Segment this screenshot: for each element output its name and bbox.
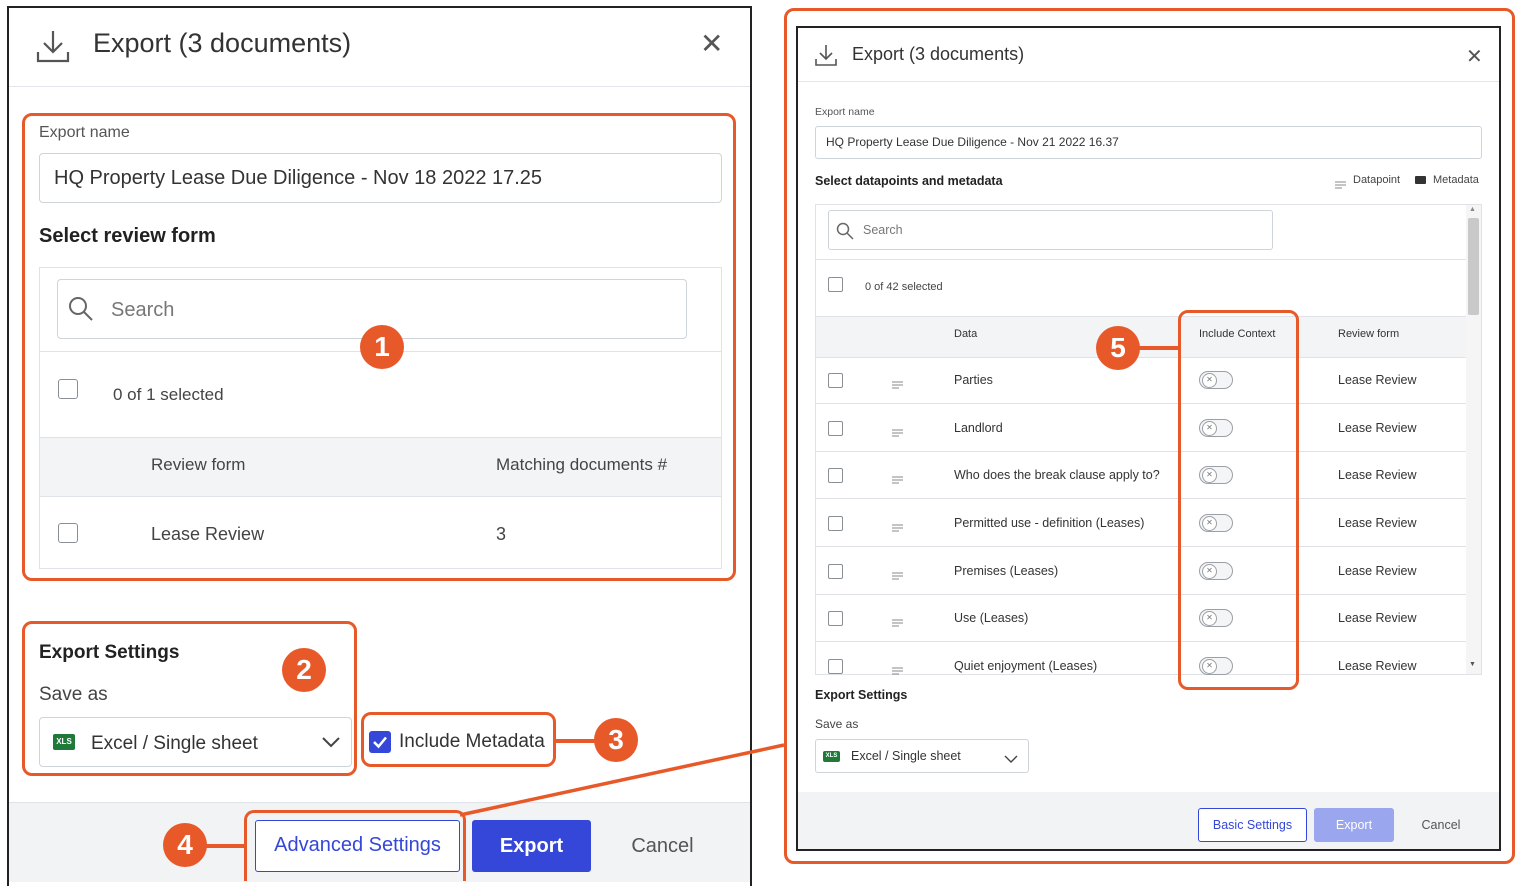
highlight-box-5 — [1178, 310, 1299, 690]
row-checkbox[interactable] — [828, 373, 843, 388]
select-all-checkbox[interactable] — [828, 277, 843, 292]
callout-badge-5: 5 — [1096, 326, 1140, 370]
datapoint-icon — [892, 662, 903, 675]
save-as-value: Excel / Single sheet — [851, 749, 961, 763]
review-form-cell: Lease Review — [1338, 564, 1417, 578]
save-as-label: Save as — [815, 717, 859, 731]
datapoint-legend-label: Datapoint — [1353, 174, 1401, 186]
row-divider — [816, 451, 1466, 452]
datapoint-icon — [892, 567, 903, 580]
search-placeholder: Search — [863, 223, 903, 237]
scroll-up-icon[interactable]: ▲ — [1469, 206, 1476, 213]
metadata-legend-icon — [1415, 176, 1426, 184]
data-cell: Quiet enjoyment (Leases) — [954, 659, 1098, 673]
column-review-form[interactable]: Review form — [1338, 328, 1399, 340]
excel-file-icon: XLS — [823, 751, 840, 762]
data-cell: Landlord — [954, 421, 1003, 435]
metadata-legend-label: Metadata — [1433, 174, 1479, 186]
scroll-down-icon[interactable]: ▼ — [1469, 661, 1476, 668]
export-name-label: Export name — [815, 106, 875, 118]
row-divider — [816, 403, 1466, 404]
row-divider — [816, 641, 1466, 642]
select-datapoints-heading: Select datapoints and metadata — [815, 174, 1003, 188]
row-divider — [816, 259, 1466, 260]
review-form-cell: Lease Review — [1338, 373, 1417, 387]
row-checkbox[interactable] — [828, 564, 843, 579]
datapoint-icon — [892, 614, 903, 627]
export-button[interactable]: Export — [1314, 808, 1394, 842]
data-cell: Use (Leases) — [954, 611, 1029, 625]
datapoint-icon — [892, 376, 903, 389]
datapoint-legend-icon — [1335, 176, 1346, 189]
review-form-cell: Lease Review — [1338, 659, 1417, 673]
row-divider — [816, 546, 1466, 547]
column-data[interactable]: Data — [954, 328, 977, 340]
review-form-cell: Lease Review — [1338, 421, 1417, 435]
chevron-down-icon — [1004, 751, 1018, 763]
callout-connector-5 — [1138, 346, 1180, 350]
row-checkbox[interactable] — [828, 611, 843, 626]
row-checkbox[interactable] — [828, 659, 843, 674]
dialog-title: Export (3 documents) — [852, 44, 1025, 64]
selected-count: 0 of 42 selected — [865, 281, 943, 293]
basic-settings-button[interactable]: Basic Settings — [1198, 808, 1307, 842]
close-icon[interactable]: ✕ — [1466, 44, 1483, 69]
review-form-cell: Lease Review — [1338, 611, 1417, 625]
scrollbar-thumb[interactable] — [1468, 218, 1479, 315]
datapoint-icon — [892, 471, 903, 484]
download-icon — [815, 43, 837, 67]
data-cell: Premises (Leases) — [954, 564, 1059, 578]
row-checkbox[interactable] — [828, 468, 843, 483]
datapoint-icon — [892, 424, 903, 437]
row-divider — [816, 594, 1466, 595]
row-checkbox[interactable] — [828, 516, 843, 531]
data-cell: Who does the break clause apply to? — [954, 468, 1160, 482]
cancel-button[interactable]: Cancel — [1405, 808, 1477, 842]
datapoint-icon — [892, 519, 903, 532]
review-form-cell: Lease Review — [1338, 468, 1417, 482]
export-settings-heading: Export Settings — [815, 688, 908, 702]
export-name-input[interactable]: HQ Property Lease Due Diligence - Nov 21… — [815, 126, 1482, 159]
data-cell: Parties — [954, 373, 993, 387]
datapoints-table — [815, 204, 1482, 675]
search-icon — [836, 222, 854, 240]
header-divider — [798, 81, 1499, 82]
data-cell: Permitted use - definition (Leases) — [954, 516, 1145, 530]
row-checkbox[interactable] — [828, 421, 843, 436]
review-form-cell: Lease Review — [1338, 516, 1417, 530]
row-divider — [816, 498, 1466, 499]
